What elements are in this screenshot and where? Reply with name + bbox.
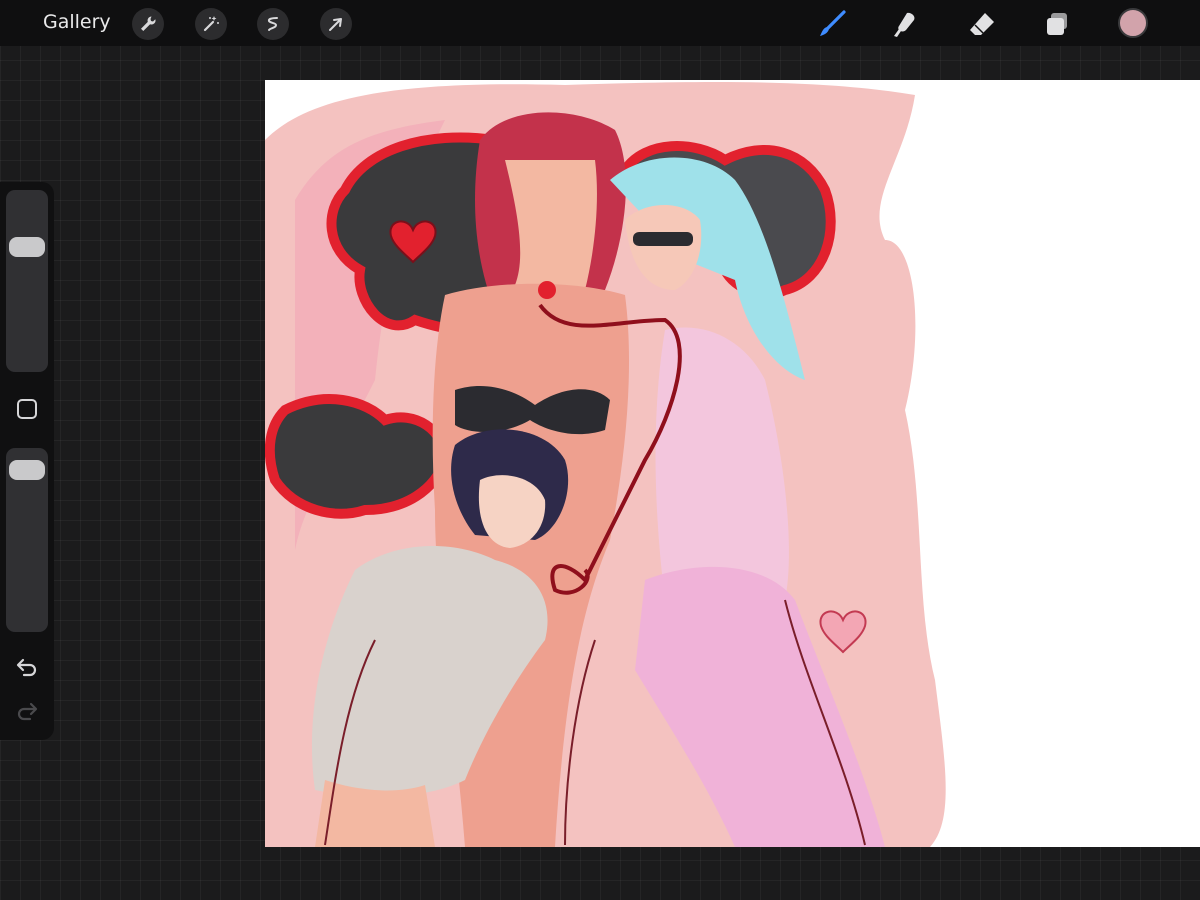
brush-tool-button[interactable]: [816, 8, 848, 40]
undo-button[interactable]: [13, 654, 41, 682]
artwork-illustration: [265, 82, 946, 847]
top-toolbar: Gallery: [0, 0, 1200, 46]
eraser-tool-button[interactable]: [966, 8, 998, 40]
opacity-slider-knob[interactable]: [9, 459, 45, 480]
magic-wand-icon: [203, 16, 219, 32]
modify-square-icon[interactable]: [16, 398, 38, 420]
selection-button[interactable]: [257, 8, 289, 40]
layers-button[interactable]: [1041, 8, 1073, 40]
brush-size-slider[interactable]: [6, 190, 48, 372]
drawing-canvas[interactable]: [265, 80, 1200, 847]
arrow-cursor-icon: [329, 18, 342, 31]
redo-button[interactable]: [13, 698, 41, 726]
gallery-button[interactable]: Gallery: [43, 11, 111, 33]
undo-icon: [16, 658, 37, 677]
brush-icon: [820, 10, 846, 36]
opacity-slider[interactable]: [6, 448, 48, 632]
color-picker-swatch[interactable]: [1118, 8, 1148, 38]
transform-button[interactable]: [320, 8, 352, 40]
adjustments-button[interactable]: [195, 8, 227, 40]
actions-button[interactable]: [132, 8, 164, 40]
redo-icon: [17, 702, 38, 721]
layers-icon: [1047, 13, 1067, 35]
selection-icon: [267, 17, 278, 31]
eraser-icon: [970, 13, 994, 35]
left-sidebar: [0, 182, 54, 740]
smudge-icon: [894, 12, 915, 37]
wrench-icon: [141, 16, 156, 31]
smudge-tool-button[interactable]: [889, 8, 921, 40]
brush-size-slider-knob[interactable]: [9, 237, 45, 258]
